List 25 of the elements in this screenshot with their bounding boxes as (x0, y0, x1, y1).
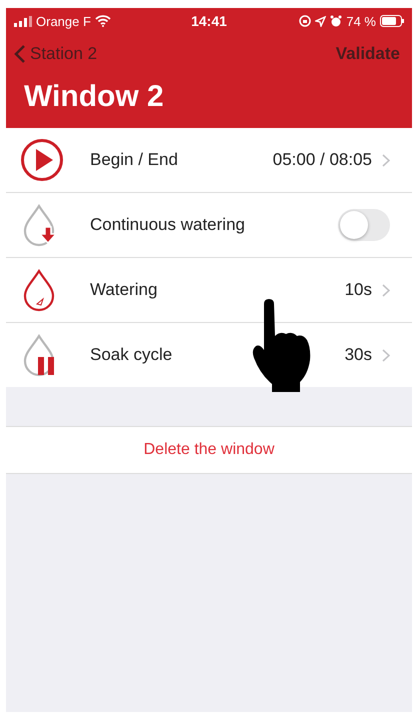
battery-percent: 74 % (346, 14, 376, 28)
signal-icon (14, 16, 32, 26)
chevron-icon (382, 348, 390, 362)
page-title: Window 2 (23, 79, 165, 115)
row-label: Soak cycle (90, 345, 174, 365)
carrier-name: Orange F (36, 14, 91, 28)
wifi-icon (94, 15, 111, 27)
row-value[interactable]: 10s (344, 280, 372, 300)
location-arrow-icon (315, 16, 326, 26)
clock-time: 14:41 (191, 13, 227, 29)
back-chevron-icon (14, 44, 26, 64)
row-value[interactable]: 30s (344, 345, 372, 365)
row-value[interactable]: 05:00 / 08:05 (272, 150, 372, 170)
row-label: Begin / End (90, 150, 179, 170)
rotation-lock-icon (299, 15, 312, 27)
row-label: Watering (90, 280, 158, 300)
battery-icon (380, 15, 404, 27)
alarm-clock-icon (330, 15, 342, 27)
play-icon (20, 138, 64, 182)
chevron-icon (382, 154, 390, 166)
chevron-icon (382, 284, 390, 296)
toggle-switch[interactable] (338, 209, 390, 241)
delete-button[interactable]: Delete the window (138, 440, 280, 460)
pointing-hand-icon (250, 298, 312, 392)
row-label: Continuous watering (90, 215, 246, 235)
